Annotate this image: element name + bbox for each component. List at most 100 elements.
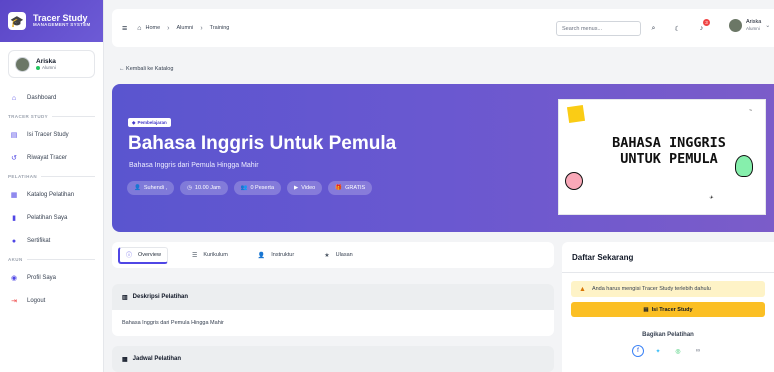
top-user-name: Ariska: [746, 19, 762, 26]
doodle-icon: ~: [749, 108, 752, 114]
home-icon: ⌂: [137, 24, 142, 32]
breadcrumb-training: Training: [209, 25, 230, 31]
book-open-icon: ▥: [122, 294, 128, 301]
section-label-text: AKUN: [8, 257, 23, 262]
price-chip-label: GRATIS: [345, 185, 366, 191]
user-role-label: Alumni: [42, 65, 56, 70]
tab-kurikulum[interactable]: ☰ Kurikulum: [186, 247, 234, 264]
search-icon[interactable]: ⌕: [646, 21, 661, 36]
enroll-panel: Daftar Sekarang ▲ Anda harus mengisi Trac…: [562, 242, 774, 372]
instructor-chip: 👤 Suhendi ,: [127, 181, 175, 195]
certificate-icon: ●: [11, 237, 17, 245]
airplane-icon: ✈: [709, 195, 714, 201]
home-icon: ⌂: [11, 94, 17, 102]
book-icon: ▦: [10, 192, 18, 199]
facebook-icon[interactable]: f: [632, 345, 644, 357]
users-icon: 👥: [240, 185, 248, 191]
instructor-chip-label: Suhendi ,: [143, 185, 168, 191]
breadcrumb-home[interactable]: Home: [146, 25, 161, 31]
avatar: [729, 19, 742, 32]
logout-icon: ⇥: [11, 298, 17, 305]
chevron-right-icon: ›: [167, 24, 170, 32]
sticky-note-icon: [566, 104, 586, 124]
menu-icon[interactable]: ≡: [122, 23, 127, 33]
fill-tracer-label: Isi Tracer Study: [651, 306, 693, 313]
sidebar-item-pelatihan-saya[interactable]: ▮ Pelatihan Saya: [0, 208, 103, 228]
duration-chip: ◷ 10.00 Jam: [180, 181, 228, 195]
avatar: [15, 56, 30, 72]
graduation-cap-icon: 🎓: [8, 12, 26, 30]
course-subtitle: Bahasa Inggris dari Pemula Hingga Mahir: [129, 162, 259, 169]
sidebar-item-profil[interactable]: ◉ Profil Saya: [0, 268, 103, 288]
sidebar-item-label: Riwayat Tracer: [27, 155, 68, 161]
brand-header[interactable]: 🎓 Tracer Study MANAGEMENT SYSTEM: [0, 0, 103, 42]
sidebar-item-katalog[interactable]: ▦ Katalog Pelatihan: [0, 185, 103, 205]
category-tag: ◆ Pembelajaran: [128, 118, 171, 127]
tag-icon: ◆: [132, 119, 136, 125]
tab-kurikulum-label: Kurikulum: [203, 252, 228, 258]
fill-tracer-button[interactable]: ▤ Isi Tracer Study: [571, 302, 765, 317]
warning-alert: ▲ Anda harus mengisi Tracer Study terlebi…: [571, 281, 765, 297]
twitter-icon[interactable]: ✦: [652, 345, 664, 357]
sidebar-item-label: Pelatihan Saya: [27, 215, 68, 221]
sidebar-item-sertifikat[interactable]: ● Sertifikat: [0, 231, 103, 251]
tab-overview[interactable]: ⓘ Overview: [118, 246, 168, 264]
description-body: Bahasa Inggris dari Pemula Hingga Mahir: [122, 320, 224, 326]
clock-icon: ◷: [187, 185, 192, 191]
tab-overview-label: Overview: [138, 251, 161, 258]
top-user-role: Alumni: [746, 25, 760, 31]
tab-instruktur[interactable]: 👤 Instruktur: [252, 247, 300, 264]
chevron-down-icon: ⌄: [765, 23, 771, 29]
sidebar-item-riwayat[interactable]: ↺ Riwayat Tracer: [0, 148, 103, 168]
sidebar-item-isi-tracer[interactable]: ▤ Isi Tracer Study: [0, 125, 103, 145]
course-title: Bahasa Inggris Untuk Pemula: [128, 133, 397, 154]
brand-text: Tracer Study MANAGEMENT SYSTEM: [33, 13, 91, 28]
search-input[interactable]: Search menus...: [556, 21, 641, 36]
section-label-pelatihan: PELATIHAN: [0, 174, 103, 179]
sidebar-item-label: Profil Saya: [27, 275, 57, 281]
share-buttons: f ✦ ◎ ∞: [562, 345, 774, 357]
sidebar-item-label: Katalog Pelatihan: [27, 192, 75, 198]
tab-ulasan-label: Ulasan: [335, 252, 353, 258]
schedule-header: ▦ Jadwal Pelatihan: [112, 346, 554, 372]
course-thumbnail: BAHASA INGGRIS UNTUK PEMULA ~ ✈: [558, 99, 766, 215]
media-chip: ▶ Video: [287, 181, 323, 195]
dark-mode-icon[interactable]: ☾: [670, 21, 685, 36]
notification-badge: 3: [703, 19, 710, 26]
course-tabs: ⓘ Overview ☰ Kurikulum 👤 Instruktur ★ Ulasan: [112, 242, 554, 268]
sidebar-item-logout[interactable]: ⇥ Logout: [0, 291, 103, 311]
description-card: ▥ Deskripsi Pelatihan Bahasa Inggris dari…: [112, 284, 554, 336]
clipboard-icon: ▤: [10, 132, 18, 139]
section-label-tracer: TRACER STUDY: [0, 114, 103, 119]
topbar: ≡ ⌂ Home › Alumni › Training Search menu…: [112, 9, 774, 47]
clipboard-icon: ▤: [643, 306, 649, 313]
history-icon: ↺: [11, 155, 17, 162]
top-user-info: Ariska Alumni: [746, 20, 761, 31]
chevron-right-icon: ›: [200, 24, 203, 32]
character-icon: [735, 155, 753, 177]
brand-subtitle: MANAGEMENT SYSTEM: [33, 22, 91, 28]
bell-icon[interactable]: ♪ 3: [694, 19, 710, 36]
description-header: ▥ Deskripsi Pelatihan: [112, 284, 554, 310]
warning-text: Anda harus mengisi Tracer Study terlebih…: [591, 286, 711, 292]
enroll-title: Daftar Sekarang: [572, 253, 634, 262]
whatsapp-icon[interactable]: ◎: [672, 345, 684, 357]
link-icon[interactable]: ∞: [692, 345, 704, 357]
warning-icon: ▲: [579, 285, 586, 293]
bookmark-icon: ▮: [12, 215, 16, 222]
sidebar-item-label: Logout: [27, 298, 46, 304]
user-icon: 👤: [257, 252, 266, 259]
tab-ulasan[interactable]: ★ Ulasan: [318, 247, 359, 264]
participants-chip: 👥 0 Peserta: [233, 181, 282, 195]
tab-instruktur-label: Instruktur: [271, 252, 295, 258]
back-to-catalog-link[interactable]: ← Kembali ke Katalog: [119, 66, 173, 72]
user-card[interactable]: Ariska Alumni: [8, 50, 95, 78]
sidebar-item-dashboard[interactable]: ⌂ Dashboard: [0, 88, 103, 108]
section-label-text: TRACER STUDY: [8, 114, 49, 119]
info-icon: ⓘ: [126, 253, 133, 259]
user-menu[interactable]: Ariska Alumni ⌄: [729, 19, 770, 32]
sidebar: 🎓 Tracer Study MANAGEMENT SYSTEM Ariska …: [0, 0, 104, 372]
breadcrumb-alumni[interactable]: Alumni: [177, 25, 194, 31]
calendar-icon: ▦: [122, 356, 128, 363]
section-label-akun: AKUN: [0, 257, 103, 262]
